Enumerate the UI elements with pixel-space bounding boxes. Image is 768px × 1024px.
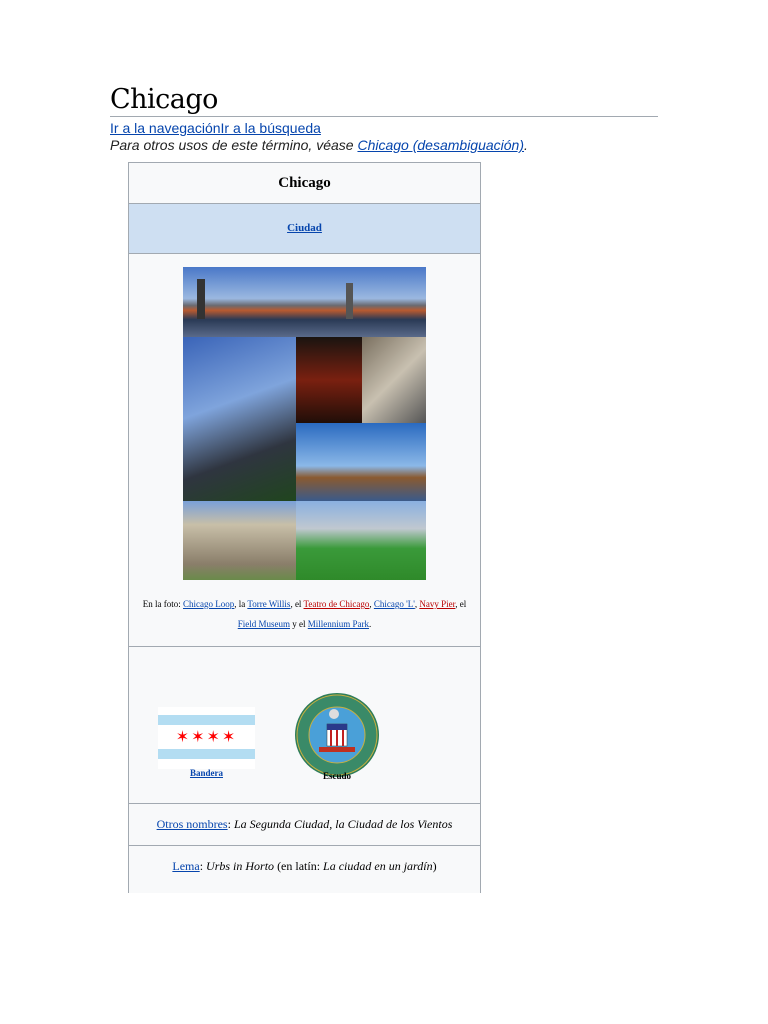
chicago-collage-image[interactable]	[183, 267, 426, 580]
link-teatro-de-chicago[interactable]: Teatro de Chicago	[304, 599, 370, 609]
infobox-motto-row: Lema: Urbs in Horto (en latín: La ciudad…	[129, 846, 480, 887]
hatnote: Para otros usos de este término, véase C…	[110, 137, 528, 153]
caption-text: En la foto:	[142, 599, 183, 609]
link-field-museum[interactable]: Field Museum	[238, 619, 290, 629]
image-caption: En la foto: Chicago Loop, la Torre Willi…	[137, 594, 472, 634]
hatnote-end: .	[524, 137, 528, 153]
infobox-nicknames-row: Otros nombres: La Segunda Ciudad, la Ciu…	[129, 804, 480, 846]
link-chicago-loop[interactable]: Chicago Loop	[183, 599, 234, 609]
chicago-flag-image[interactable]: ✶✶✶✶	[158, 707, 255, 769]
seal-label: Escudo	[322, 771, 351, 781]
link-chicago-l[interactable]: Chicago 'L'	[374, 599, 415, 609]
nicknames-link[interactable]: Otros nombres	[157, 817, 228, 831]
link-torre-willis[interactable]: Torre Willis	[247, 599, 290, 609]
jump-links: Ir a la navegaciónIr a la búsqueda	[110, 120, 321, 136]
infobox-image-row: En la foto: Chicago Loop, la Torre Willi…	[129, 254, 480, 647]
hatnote-text: Para otros usos de este término, véase	[110, 137, 358, 153]
page-title: Chicago	[110, 84, 218, 115]
infobox: Chicago Ciudad En la foto: Chicago Loop,…	[128, 162, 481, 893]
motto-lang: (en latín:	[274, 859, 324, 873]
caption-text: , el	[455, 599, 467, 609]
link-millennium-park[interactable]: Millennium Park	[308, 619, 369, 629]
motto-translation: La ciudad en un jardín	[323, 859, 433, 873]
caption-text: .	[369, 619, 372, 629]
infobox-title: Chicago	[129, 163, 480, 204]
caption-text: , el	[290, 599, 304, 609]
title-divider	[110, 116, 658, 117]
infobox-type-row: Ciudad	[129, 204, 480, 254]
chicago-seal-image[interactable]	[294, 692, 380, 778]
nicknames-value: La Segunda Ciudad, la Ciudad de los Vien…	[233, 817, 453, 831]
link-navy-pier[interactable]: Navy Pier	[419, 599, 455, 609]
motto-end: )	[432, 859, 437, 873]
caption-text: , la	[234, 599, 248, 609]
city-type-link[interactable]: Ciudad	[287, 222, 322, 234]
disambiguation-link[interactable]: Chicago (desambiguación)	[357, 137, 524, 153]
caption-text: y el	[290, 619, 308, 629]
infobox-symbols-row: ✶✶✶✶ Bandera Escudo	[129, 647, 480, 804]
motto-value: Urbs in Horto	[206, 859, 275, 873]
motto-link[interactable]: Lema	[172, 859, 199, 873]
flag-link[interactable]: Bandera	[158, 768, 255, 778]
jump-search-link[interactable]: Ir a la búsqueda	[221, 120, 321, 136]
jump-nav-link[interactable]: Ir a la navegación	[110, 120, 221, 136]
